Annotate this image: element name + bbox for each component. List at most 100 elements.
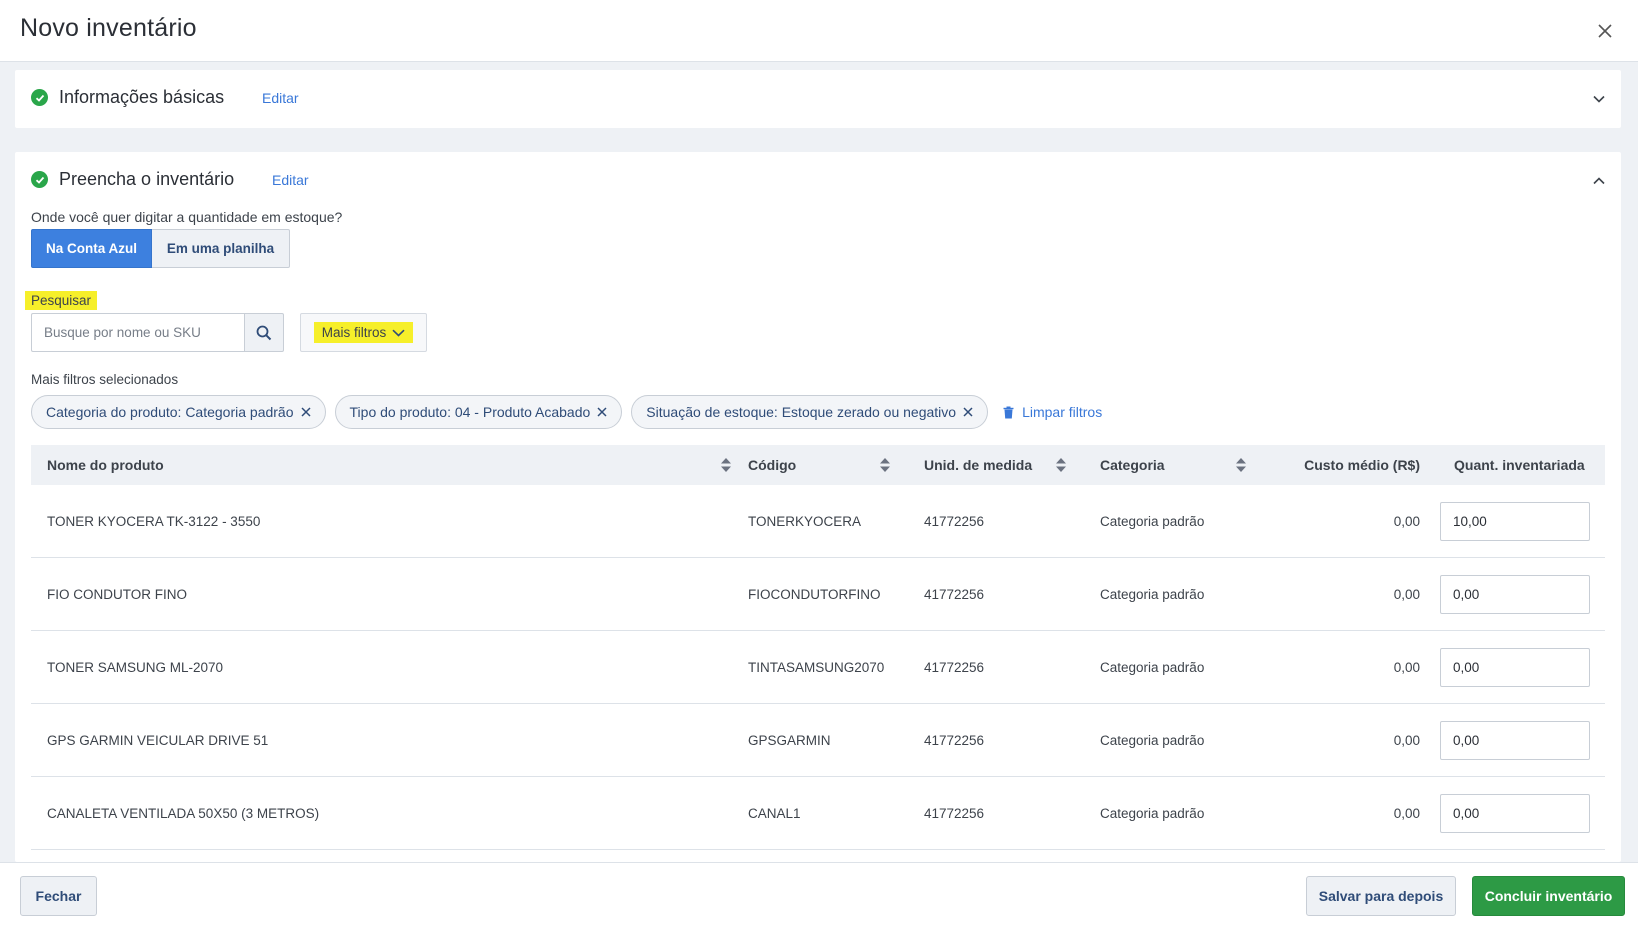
product-unit: 41772256 (924, 805, 985, 821)
sort-icon[interactable] (1056, 458, 1066, 472)
product-category: Categoria padrão (1100, 513, 1205, 529)
more-filters-label: Mais filtros (321, 325, 387, 340)
chevron-down-icon[interactable] (1591, 91, 1607, 107)
search-group (31, 313, 284, 352)
product-name: FIO CONDUTOR FINO (47, 586, 187, 602)
inventory-table: Nome do produto Código Unid. de medida C… (31, 445, 1605, 850)
product-code: TONERKYOCERA (748, 513, 862, 529)
column-header-unit[interactable]: Unid. de medida (924, 445, 1100, 485)
product-cost: 0,00 (1393, 586, 1420, 602)
qty-cell (1420, 704, 1605, 776)
basic-info-section: Informações básicas Editar (15, 70, 1621, 128)
table-row: GPS GARMIN VEICULAR DRIVE 51 GPSGARMIN 4… (31, 704, 1605, 777)
table-row: CANALETA VENTILADA 50X50 (3 METROS) CANA… (31, 777, 1605, 850)
fill-inventory-header: Preencha o inventário (31, 169, 234, 190)
check-circle-icon (31, 89, 48, 106)
column-header-qty: Quant. inventariada (1420, 445, 1605, 485)
search-icon (256, 325, 272, 340)
page-title: Novo inventário (20, 14, 197, 42)
qty-cell (1420, 777, 1605, 849)
product-category: Categoria padrão (1100, 659, 1205, 675)
column-header-name[interactable]: Nome do produto (31, 445, 748, 485)
chevron-down-icon (392, 329, 405, 337)
product-code: GPSGARMIN (748, 732, 831, 748)
product-name: TONER KYOCERA TK-3122 - 3550 (47, 513, 261, 529)
product-cost: 0,00 (1393, 659, 1420, 675)
close-button[interactable]: Fechar (20, 876, 97, 916)
filter-chip-category: Categoria do produto: Categoria padrão (31, 395, 326, 429)
modal-header: Novo inventário (0, 0, 1638, 62)
qty-input[interactable] (1440, 793, 1590, 833)
modal-footer: Fechar Salvar para depois Concluir inven… (0, 862, 1638, 925)
remove-filter-icon[interactable] (597, 407, 607, 417)
search-label: Pesquisar (25, 291, 98, 310)
option-em-uma-planilha[interactable]: Em uma planilha (152, 229, 290, 268)
product-unit: 41772256 (924, 732, 985, 748)
remove-filter-icon[interactable] (300, 407, 311, 417)
column-label: Quant. inventariada (1454, 457, 1585, 473)
save-for-later-button[interactable]: Salvar para depois (1306, 876, 1456, 916)
search-button[interactable] (244, 313, 284, 352)
chevron-up-icon[interactable] (1591, 173, 1607, 189)
close-icon[interactable] (1594, 20, 1616, 42)
remove-filter-icon[interactable] (963, 407, 973, 417)
product-name: GPS GARMIN VEICULAR DRIVE 51 (47, 732, 269, 748)
finish-inventory-button[interactable]: Concluir inventário (1472, 876, 1625, 916)
filter-chips: Categoria do produto: Categoria padrão T… (31, 395, 1102, 429)
entry-location-question: Onde você quer digitar a quantidade em e… (31, 209, 343, 225)
product-name: CANALETA VENTILADA 50X50 (3 METROS) (47, 805, 320, 821)
option-na-conta-azul[interactable]: Na Conta Azul (31, 229, 152, 268)
clear-filters-label: Limpar filtros (1022, 404, 1103, 420)
qty-input[interactable] (1440, 574, 1590, 614)
sort-icon[interactable] (1236, 458, 1246, 472)
clear-filters-link[interactable]: Limpar filtros (1003, 404, 1102, 420)
product-category: Categoria padrão (1100, 805, 1205, 821)
qty-cell (1420, 485, 1605, 557)
column-label: Custo médio (R$) (1304, 457, 1420, 473)
product-category: Categoria padrão (1100, 732, 1205, 748)
column-label: Nome do produto (47, 457, 164, 473)
qty-input[interactable] (1440, 720, 1590, 760)
trash-icon (1003, 406, 1014, 418)
selected-filters-label: Mais filtros selecionados (31, 372, 179, 387)
edit-fill-inventory-link[interactable]: Editar (272, 172, 309, 188)
product-category: Categoria padrão (1100, 586, 1205, 602)
product-unit: 41772256 (924, 659, 985, 675)
column-label: Código (748, 457, 797, 473)
product-unit: 41772256 (924, 513, 985, 529)
entry-location-toggle: Na Conta Azul Em uma planilha (31, 229, 290, 268)
qty-input[interactable] (1440, 501, 1590, 541)
product-cost: 0,00 (1393, 805, 1420, 821)
sort-icon[interactable] (721, 458, 731, 472)
filter-chip-stock-status: Situação de estoque: Estoque zerado ou n… (631, 395, 989, 429)
filter-chip-product-type: Tipo do produto: 04 - Produto Acabado (334, 395, 623, 429)
table-row: TONER KYOCERA TK-3122 - 3550 TONERKYOCER… (31, 485, 1605, 558)
table-row: TONER SAMSUNG ML-2070 TINTASAMSUNG2070 4… (31, 631, 1605, 704)
more-filters-content: Mais filtros (313, 322, 414, 343)
edit-basic-info-link[interactable]: Editar (262, 90, 299, 106)
search-input[interactable] (31, 313, 244, 352)
table-header: Nome do produto Código Unid. de medida C… (31, 445, 1605, 485)
qty-input[interactable] (1440, 647, 1590, 687)
product-unit: 41772256 (924, 586, 985, 602)
chip-label: Situação de estoque: Estoque zerado ou n… (646, 404, 957, 420)
column-label: Unid. de medida (924, 457, 1033, 473)
product-cost: 0,00 (1393, 513, 1420, 529)
column-header-cost: Custo médio (R$) (1276, 445, 1420, 485)
product-cost: 0,00 (1393, 732, 1420, 748)
fill-inventory-title: Preencha o inventário (59, 169, 235, 189)
product-code: CANAL1 (748, 805, 801, 821)
product-code: FIOCONDUTORFINO (748, 586, 881, 602)
column-header-code[interactable]: Código (748, 445, 924, 485)
chip-label: Categoria do produto: Categoria padrão (46, 404, 294, 420)
chip-label: Tipo do produto: 04 - Produto Acabado (349, 404, 591, 420)
qty-cell (1420, 558, 1605, 630)
fill-inventory-section: Preencha o inventário Editar Onde você q… (15, 152, 1621, 862)
basic-info-title: Informações básicas (59, 87, 225, 107)
product-name: TONER SAMSUNG ML-2070 (47, 659, 224, 675)
column-header-category[interactable]: Categoria (1100, 445, 1276, 485)
more-filters-button[interactable]: Mais filtros (300, 313, 427, 352)
table-row: FIO CONDUTOR FINO FIOCONDUTORFINO 417722… (31, 558, 1605, 631)
sort-icon[interactable] (880, 458, 890, 472)
column-label: Categoria (1100, 457, 1165, 473)
